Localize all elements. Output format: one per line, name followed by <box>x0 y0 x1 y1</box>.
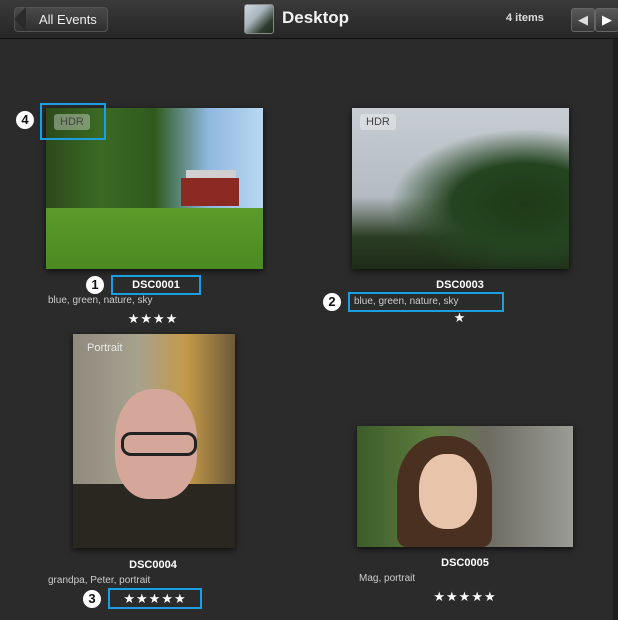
callout-number-3: 3 <box>83 590 101 608</box>
star-rating[interactable]: ★ <box>440 310 480 326</box>
callout-number-4: 4 <box>16 111 34 129</box>
highlight-box-rating <box>108 588 202 609</box>
highlight-box-hdr <box>40 103 106 140</box>
photo-tags: blue, green, nature, sky <box>48 295 153 306</box>
page-title: Desktop <box>282 8 350 27</box>
photo-name[interactable]: DSC0005 <box>420 557 510 569</box>
callout-number-2: 2 <box>323 293 341 311</box>
callout-number-1: 1 <box>86 276 104 294</box>
barn <box>181 178 239 206</box>
highlight-box-name <box>111 275 201 295</box>
photo-thumbnail-dsc0004[interactable]: Portrait <box>73 334 235 548</box>
item-count: 4 items <box>506 12 544 24</box>
vertical-scrollbar[interactable] <box>613 39 618 620</box>
all-events-back-button[interactable]: All Events <box>14 7 108 32</box>
highlight-box-tags <box>348 292 504 312</box>
photo-thumbnail-dsc0005[interactable] <box>357 426 573 547</box>
next-arrow-icon[interactable]: ▶ <box>595 8 618 32</box>
photo-name[interactable]: DSC0003 <box>415 279 505 291</box>
photo-name[interactable]: DSC0004 <box>108 559 198 571</box>
hdr-badge: HDR <box>360 114 396 130</box>
photo-thumbnail-dsc0003[interactable]: HDR <box>352 108 569 269</box>
glasses <box>121 432 197 456</box>
portrait-badge: Portrait <box>87 342 123 354</box>
photo-tags: Mag, portrait <box>359 573 416 584</box>
album-thumbnail <box>244 4 274 34</box>
previous-arrow-icon[interactable]: ◀ <box>571 8 595 32</box>
photo-tags: grandpa, Peter, portrait <box>48 575 151 586</box>
toolbar: All Events Desktop 4 items ◀ ▶ <box>0 0 618 39</box>
face <box>419 454 477 529</box>
star-rating[interactable]: ★★★★ <box>121 311 185 327</box>
star-rating[interactable]: ★★★★★ <box>425 589 505 605</box>
